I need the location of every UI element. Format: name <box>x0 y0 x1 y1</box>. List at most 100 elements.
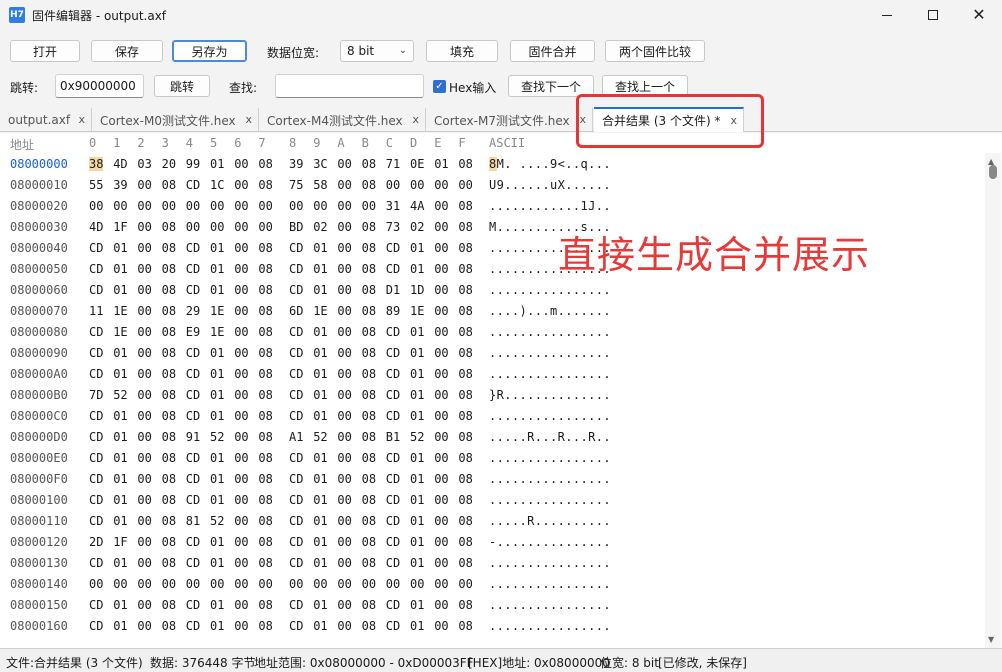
tab-cortex-m4[interactable]: Cortex-M4测试文件.hex x <box>259 108 426 132</box>
hex-byte[interactable]: 00 <box>434 514 448 528</box>
hex-byte[interactable]: 08 <box>258 388 272 402</box>
hex-byte[interactable]: 00 <box>434 367 448 381</box>
hex-byte[interactable]: CD <box>289 241 303 255</box>
hex-byte[interactable]: 08 <box>458 157 472 171</box>
find-input[interactable] <box>275 74 424 98</box>
hex-byte[interactable]: CD <box>289 514 303 528</box>
hex-byte[interactable]: 08 <box>362 535 376 549</box>
hex-byte[interactable]: CD <box>386 346 400 360</box>
hex-byte[interactable]: 00 <box>434 430 448 444</box>
hex-byte[interactable]: 00 <box>137 178 151 192</box>
hex-byte[interactable]: 08 <box>162 178 176 192</box>
hex-byte[interactable]: 52 <box>410 430 424 444</box>
hex-byte[interactable]: 01 <box>410 241 424 255</box>
hex-byte[interactable]: 00 <box>210 199 224 213</box>
hex-byte[interactable]: CD <box>89 367 103 381</box>
hex-row[interactable]: 08000000 38 4D 03 20 99 01 00 08 39 3C 00 08 71 0E 01 08… <box>0 154 985 175</box>
row-ascii[interactable]: ....)...m....... <box>489 304 611 318</box>
hex-byte[interactable]: 52 <box>313 430 327 444</box>
hex-byte[interactable]: 52 <box>210 514 224 528</box>
hex-view[interactable]: 地址 ASCII 0123456789ABCDEF 08000000 38 4D 03… <box>0 133 1002 648</box>
hex-byte[interactable]: 08 <box>162 283 176 297</box>
hex-byte[interactable]: 08 <box>362 241 376 255</box>
tab-cortex-m0[interactable]: Cortex-M0测试文件.hex x <box>92 108 259 132</box>
hex-byte[interactable]: 00 <box>234 493 248 507</box>
hex-byte[interactable]: 08 <box>162 409 176 423</box>
hex-byte[interactable]: CD <box>89 619 103 633</box>
hex-byte[interactable]: CD <box>289 451 303 465</box>
hex-byte[interactable]: CD <box>386 409 400 423</box>
hex-byte[interactable]: 00 <box>434 304 448 318</box>
hex-byte[interactable]: 01 <box>210 283 224 297</box>
hex-byte[interactable]: 00 <box>234 325 248 339</box>
hex-row[interactable]: 08000150 CD 01 00 08 CD 01 00 08 CD 01 00 08 CD 01 00 08… <box>0 595 985 616</box>
hex-byte[interactable]: 58 <box>313 178 327 192</box>
row-ascii[interactable]: ................ <box>489 577 611 591</box>
hex-byte[interactable]: 00 <box>434 241 448 255</box>
row-ascii[interactable]: ................ <box>489 493 611 507</box>
hex-byte[interactable]: 00 <box>234 472 248 486</box>
hex-byte[interactable]: 00 <box>234 199 248 213</box>
hex-byte[interactable]: 01 <box>313 409 327 423</box>
hex-byte[interactable]: 00 <box>337 157 351 171</box>
hex-byte[interactable]: 08 <box>258 556 272 570</box>
hex-byte[interactable]: 08 <box>258 598 272 612</box>
hex-byte[interactable]: 00 <box>234 157 248 171</box>
hex-byte[interactable]: 00 <box>137 388 151 402</box>
hex-byte[interactable]: 00 <box>362 577 376 591</box>
hex-byte[interactable]: 00 <box>337 220 351 234</box>
hex-byte[interactable]: 08 <box>258 283 272 297</box>
hex-byte[interactable]: 00 <box>234 556 248 570</box>
hex-byte[interactable]: CD <box>289 388 303 402</box>
hex-byte[interactable]: 39 <box>289 157 303 171</box>
hex-byte[interactable]: 08 <box>362 346 376 360</box>
hex-byte[interactable]: 1E <box>210 304 224 318</box>
tab-close-icon[interactable]: x <box>245 113 252 126</box>
hex-byte[interactable]: 00 <box>434 535 448 549</box>
hex-byte[interactable]: 08 <box>258 409 272 423</box>
hex-byte[interactable]: 01 <box>210 241 224 255</box>
hex-byte[interactable]: 1E <box>410 304 424 318</box>
hex-byte[interactable]: 31 <box>386 199 400 213</box>
hex-byte[interactable]: 08 <box>258 514 272 528</box>
row-ascii[interactable]: .....R...R...R.. <box>489 430 611 444</box>
hex-byte[interactable]: 00 <box>337 472 351 486</box>
hex-byte[interactable]: 00 <box>337 409 351 423</box>
hex-byte[interactable]: CD <box>386 451 400 465</box>
hex-byte[interactable]: 52 <box>210 430 224 444</box>
hex-byte[interactable]: 00 <box>137 577 151 591</box>
hex-byte[interactable]: 00 <box>234 346 248 360</box>
hex-byte[interactable]: CD <box>289 367 303 381</box>
hex-byte[interactable]: CD <box>289 598 303 612</box>
hex-byte[interactable]: B1 <box>386 430 400 444</box>
hex-byte[interactable]: CD <box>289 346 303 360</box>
hex-byte[interactable]: 01 <box>410 388 424 402</box>
hex-byte[interactable]: 00 <box>289 199 303 213</box>
hex-byte[interactable]: 01 <box>410 493 424 507</box>
hex-byte[interactable]: 01 <box>113 514 127 528</box>
row-ascii[interactable]: }R.............. <box>489 388 611 402</box>
hex-byte[interactable]: 01 <box>113 451 127 465</box>
hex-byte[interactable]: 01 <box>113 556 127 570</box>
hex-byte[interactable]: 00 <box>234 178 248 192</box>
hex-byte[interactable]: 81 <box>186 514 200 528</box>
hex-byte[interactable]: 08 <box>458 409 472 423</box>
hex-byte[interactable]: 00 <box>337 325 351 339</box>
hex-byte[interactable]: 00 <box>258 577 272 591</box>
hex-byte[interactable]: 00 <box>137 325 151 339</box>
hex-byte[interactable]: 01 <box>410 535 424 549</box>
hex-byte[interactable]: 00 <box>434 220 448 234</box>
hex-byte[interactable]: 00 <box>434 178 448 192</box>
hex-byte[interactable]: 08 <box>458 472 472 486</box>
hex-byte[interactable]: 00 <box>137 451 151 465</box>
hex-row[interactable]: 08000110 CD 01 00 08 81 52 00 08 CD 01 00 08 CD 01 00 08… <box>0 511 985 532</box>
hex-byte[interactable]: 08 <box>162 220 176 234</box>
hex-byte[interactable]: 4D <box>89 220 103 234</box>
hex-byte[interactable]: 08 <box>258 430 272 444</box>
hex-byte[interactable]: D1 <box>386 283 400 297</box>
hex-byte[interactable]: 00 <box>313 577 327 591</box>
hex-byte[interactable]: 00 <box>258 199 272 213</box>
hex-byte[interactable]: 00 <box>137 304 151 318</box>
hex-byte[interactable]: 08 <box>362 388 376 402</box>
hex-byte[interactable]: 01 <box>210 262 224 276</box>
